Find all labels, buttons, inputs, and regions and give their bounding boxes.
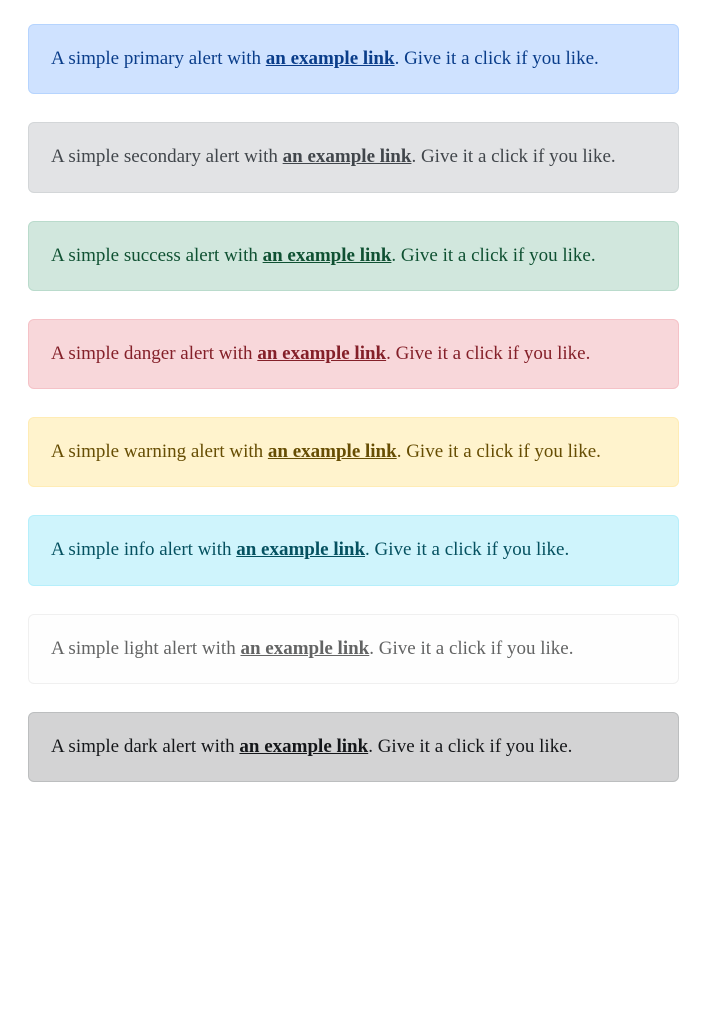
- alert-text-post: . Give it a click if you like.: [391, 245, 595, 266]
- alert-text-post: . Give it a click if you like.: [411, 146, 615, 167]
- alert-text-pre: A simple secondary alert with: [51, 146, 283, 167]
- alert-example-link[interactable]: an example link: [283, 146, 412, 167]
- alert-example-link[interactable]: an example link: [239, 736, 368, 757]
- alert-example-link[interactable]: an example link: [240, 638, 369, 659]
- alert-example-link[interactable]: an example link: [263, 245, 392, 266]
- alert-success: A simple success alert with an example l…: [28, 221, 679, 291]
- alert-danger: A simple danger alert with an example li…: [28, 319, 679, 389]
- alert-text-pre: A simple primary alert with: [51, 48, 266, 69]
- alert-text-pre: A simple success alert with: [51, 245, 263, 266]
- alert-text-post: . Give it a click if you like.: [365, 539, 569, 560]
- alert-text-post: . Give it a click if you like.: [397, 441, 601, 462]
- alert-text-post: . Give it a click if you like.: [369, 638, 573, 659]
- alert-text-pre: A simple light alert with: [51, 638, 240, 659]
- alert-example-link[interactable]: an example link: [266, 48, 395, 69]
- alert-text-pre: A simple info alert with: [51, 539, 236, 560]
- alert-warning: A simple warning alert with an example l…: [28, 417, 679, 487]
- alert-secondary: A simple secondary alert with an example…: [28, 122, 679, 192]
- alert-example-link[interactable]: an example link: [236, 539, 365, 560]
- alert-text-post: . Give it a click if you like.: [386, 343, 590, 364]
- alert-example-link[interactable]: an example link: [268, 441, 397, 462]
- alert-light: A simple light alert with an example lin…: [28, 614, 679, 684]
- alert-dark: A simple dark alert with an example link…: [28, 712, 679, 782]
- alert-text-pre: A simple danger alert with: [51, 343, 257, 364]
- alert-example-link[interactable]: an example link: [257, 343, 386, 364]
- alert-primary: A simple primary alert with an example l…: [28, 24, 679, 94]
- alert-text-post: . Give it a click if you like.: [395, 48, 599, 69]
- alert-info: A simple info alert with an example link…: [28, 515, 679, 585]
- alert-text-pre: A simple warning alert with: [51, 441, 268, 462]
- alert-text-pre: A simple dark alert with: [51, 736, 239, 757]
- alert-text-post: . Give it a click if you like.: [368, 736, 572, 757]
